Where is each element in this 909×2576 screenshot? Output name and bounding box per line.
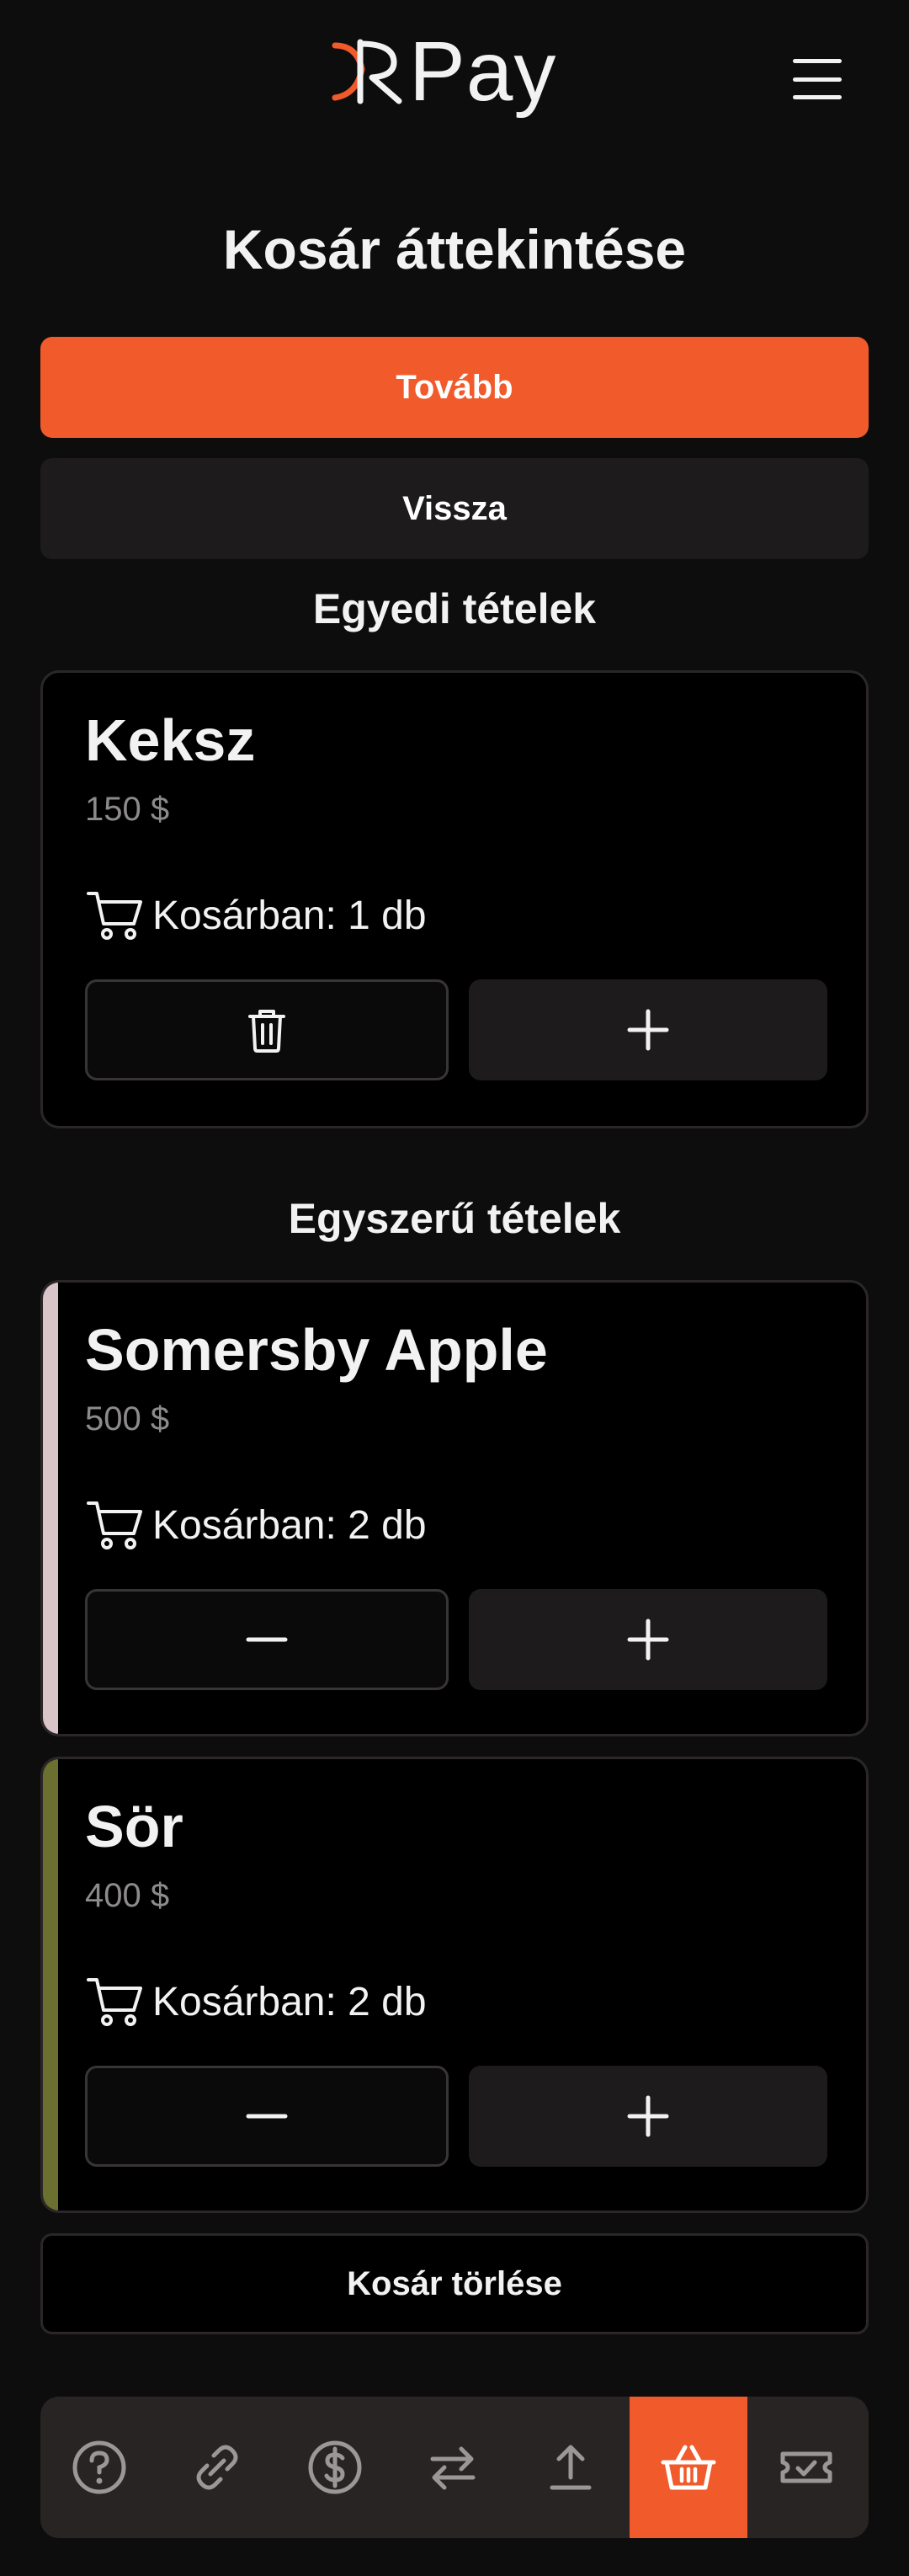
cart-icon [87, 892, 142, 940]
plus-icon [627, 1009, 669, 1051]
cart-icon [87, 1978, 142, 2026]
back-button[interactable]: Vissza [40, 458, 869, 559]
plus-icon [627, 1619, 669, 1661]
trash-icon [248, 1010, 285, 1053]
ticket-icon [780, 2451, 832, 2483]
logo: Pay [328, 25, 581, 118]
page-title: Kosár áttekintése [222, 218, 687, 280]
decrease-quantity-button[interactable] [85, 1589, 449, 1690]
item-cart-label: Kosárban: 1 db [152, 893, 427, 938]
plus-icon [627, 2095, 669, 2137]
section-title-single-items: Egyedi tételek [312, 585, 597, 632]
increase-quantity-button[interactable] [469, 979, 827, 1080]
clear-cart-button[interactable]: Kosár törlése [40, 2233, 869, 2334]
item-card-sor: Sör 400 $ Kosárban: 2 db [40, 1757, 869, 2213]
link-icon [196, 2445, 238, 2490]
bottom-nav [40, 2397, 869, 2538]
item-cart-count: Kosárban: 1 db [85, 885, 427, 946]
nav-link[interactable] [158, 2397, 276, 2538]
item-color-accent [43, 1759, 58, 2211]
minus-icon [246, 1637, 288, 1642]
item-cart-label: Kosárban: 2 db [152, 1979, 427, 2024]
dollar-icon [308, 2440, 362, 2494]
nav-upload[interactable] [512, 2397, 630, 2538]
item-price: 400 $ [85, 1877, 170, 1914]
item-card-somersby-apple: Somersby Apple 500 $ Kosárban: 2 db [40, 1280, 869, 1736]
item-price: 500 $ [85, 1400, 170, 1437]
nav-help[interactable] [40, 2397, 158, 2538]
increase-quantity-button[interactable] [469, 2066, 827, 2167]
nav-basket[interactable] [630, 2397, 747, 2538]
item-price: 150 $ [85, 791, 170, 828]
item-name: Sör [85, 1794, 183, 1859]
cart-icon [87, 1501, 142, 1549]
item-cart-count: Kosárban: 2 db [85, 1495, 427, 1555]
upload-icon [550, 2445, 592, 2490]
minus-icon [246, 2114, 288, 2119]
basket-icon [661, 2445, 716, 2490]
item-color-accent [43, 1283, 58, 1734]
decrease-quantity-button[interactable] [85, 2066, 449, 2167]
item-name: Somersby Apple [85, 1317, 548, 1383]
nav-payment[interactable] [276, 2397, 394, 2538]
increase-quantity-button[interactable] [469, 1589, 827, 1690]
help-icon [72, 2440, 126, 2494]
logo-mark-icon [332, 39, 402, 104]
item-cart-label: Kosárban: 2 db [152, 1502, 427, 1548]
transfer-icon [430, 2446, 476, 2490]
next-button[interactable]: Tovább [40, 337, 869, 438]
remove-item-button[interactable] [85, 979, 449, 1080]
section-title-simple-items: Egyszerű tételek [288, 1195, 621, 1242]
nav-ticket[interactable] [747, 2397, 865, 2538]
hamburger-menu-icon[interactable] [793, 59, 842, 99]
item-cart-count: Kosárban: 2 db [85, 1971, 427, 2032]
logo-text: Pay [409, 24, 557, 119]
item-name: Keksz [85, 707, 256, 773]
item-card-keksz: Keksz 150 $ Kosárban: 1 db [40, 670, 869, 1128]
nav-transfer[interactable] [394, 2397, 512, 2538]
app-header: Pay [0, 0, 909, 160]
